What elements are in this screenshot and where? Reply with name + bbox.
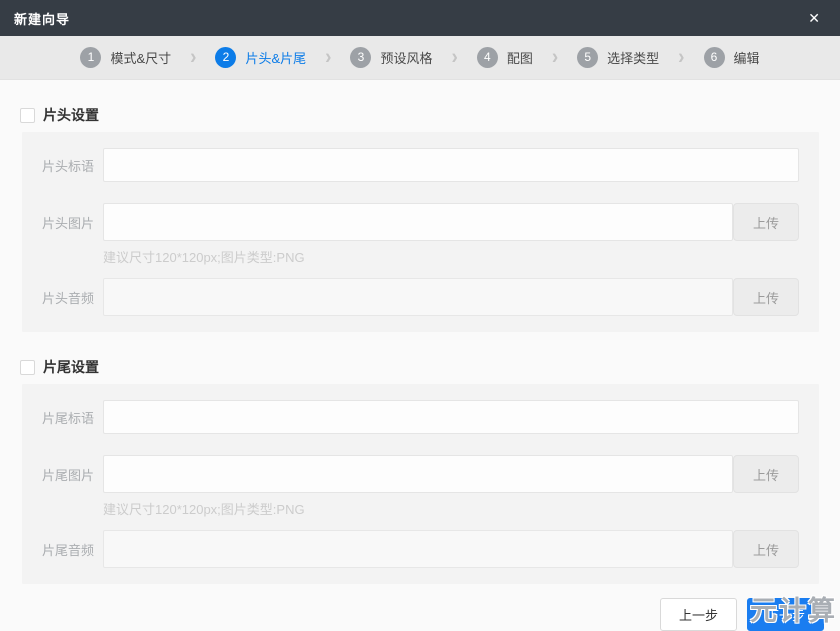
outro-slogan-row: 片尾标语 bbox=[42, 400, 799, 434]
outro-settings-title: 片尾设置 bbox=[43, 359, 99, 375]
step-2-number: 2 bbox=[215, 47, 237, 68]
outro-audio-input[interactable] bbox=[103, 530, 733, 568]
intro-slogan-row: 片头标语 bbox=[42, 148, 799, 182]
intro-settings-panel: 片头标语 片头图片 上传 建议尺寸120*120px;图片类型:PNG 片头音频… bbox=[22, 132, 819, 332]
step-5-number: 5 bbox=[577, 47, 599, 68]
intro-audio-row: 片头音频 上传 bbox=[42, 278, 799, 316]
step-6-number: 6 bbox=[703, 47, 725, 68]
outro-audio-upload-button[interactable]: 上传 bbox=[733, 530, 799, 568]
chevron-right-icon: › bbox=[451, 45, 458, 70]
intro-image-upload-button[interactable]: 上传 bbox=[733, 203, 799, 241]
outro-image-input[interactable] bbox=[103, 455, 733, 493]
wizard-footer: 上一步 下一步 bbox=[0, 598, 824, 631]
outro-audio-label: 片尾音频 bbox=[42, 542, 95, 558]
intro-slogan-label: 片头标语 bbox=[42, 158, 95, 174]
step-3-preset-style[interactable]: 3 预设风格 bbox=[350, 47, 432, 68]
outro-image-row: 片尾图片 上传 bbox=[42, 455, 799, 493]
step-5-label: 选择类型 bbox=[607, 51, 660, 66]
chevron-right-icon: › bbox=[190, 45, 197, 70]
step-2-intro-outro[interactable]: 2 片头&片尾 bbox=[215, 47, 306, 68]
intro-image-hint: 建议尺寸120*120px;图片类型:PNG bbox=[103, 250, 305, 265]
outro-audio-row: 片尾音频 上传 bbox=[42, 530, 799, 568]
intro-image-label: 片头图片 bbox=[42, 215, 95, 231]
step-4-number: 4 bbox=[476, 47, 498, 68]
dialog-titlebar: 新建向导 ✕ bbox=[0, 0, 840, 36]
intro-settings-header: 片头设置 bbox=[20, 105, 840, 125]
step-4-label: 配图 bbox=[506, 51, 533, 66]
intro-audio-label: 片头音频 bbox=[42, 290, 95, 306]
outro-settings-panel: 片尾标语 片尾图片 上传 建议尺寸120*120px;图片类型:PNG 片尾音频… bbox=[22, 384, 819, 584]
intro-settings-title: 片头设置 bbox=[43, 107, 99, 123]
outro-image-upload-button[interactable]: 上传 bbox=[733, 455, 799, 493]
step-1-label: 模式&尺寸 bbox=[110, 51, 172, 66]
step-1-mode-size[interactable]: 1 模式&尺寸 bbox=[80, 47, 171, 68]
outro-settings-header: 片尾设置 bbox=[20, 357, 840, 377]
outro-image-hint: 建议尺寸120*120px;图片类型:PNG bbox=[103, 502, 305, 517]
step-6-label: 编辑 bbox=[733, 51, 760, 66]
chevron-right-icon: › bbox=[678, 45, 685, 70]
previous-step-button[interactable]: 上一步 bbox=[659, 598, 737, 631]
outro-slogan-label: 片尾标语 bbox=[42, 410, 95, 426]
step-3-label: 预设风格 bbox=[380, 51, 433, 66]
intro-settings-checkbox[interactable] bbox=[20, 107, 35, 123]
step-4-images[interactable]: 4 配图 bbox=[476, 47, 533, 68]
chevron-right-icon: › bbox=[551, 45, 559, 70]
close-icon[interactable]: ✕ bbox=[804, 7, 824, 29]
intro-audio-input[interactable] bbox=[103, 278, 733, 316]
intro-audio-upload-button[interactable]: 上传 bbox=[733, 278, 799, 316]
outro-slogan-input[interactable] bbox=[103, 400, 799, 434]
outro-image-label: 片尾图片 bbox=[42, 467, 95, 483]
dialog-title: 新建向导 bbox=[14, 11, 71, 27]
step-5-select-type[interactable]: 5 选择类型 bbox=[577, 47, 659, 68]
wizard-stepbar: 1 模式&尺寸 › 2 片头&片尾 › 3 预设风格 › 4 配图 › 5 选择… bbox=[0, 36, 840, 80]
intro-image-input[interactable] bbox=[103, 203, 733, 241]
step-3-number: 3 bbox=[350, 47, 372, 68]
next-step-button[interactable]: 下一步 bbox=[746, 598, 824, 631]
outro-settings-checkbox[interactable] bbox=[20, 359, 35, 375]
step-6-edit[interactable]: 6 编辑 bbox=[703, 47, 760, 68]
chevron-right-icon: › bbox=[325, 45, 332, 70]
intro-image-row: 片头图片 上传 bbox=[42, 203, 799, 241]
intro-slogan-input[interactable] bbox=[103, 148, 799, 182]
step-1-number: 1 bbox=[80, 47, 102, 68]
step-2-label: 片头&片尾 bbox=[245, 51, 307, 66]
